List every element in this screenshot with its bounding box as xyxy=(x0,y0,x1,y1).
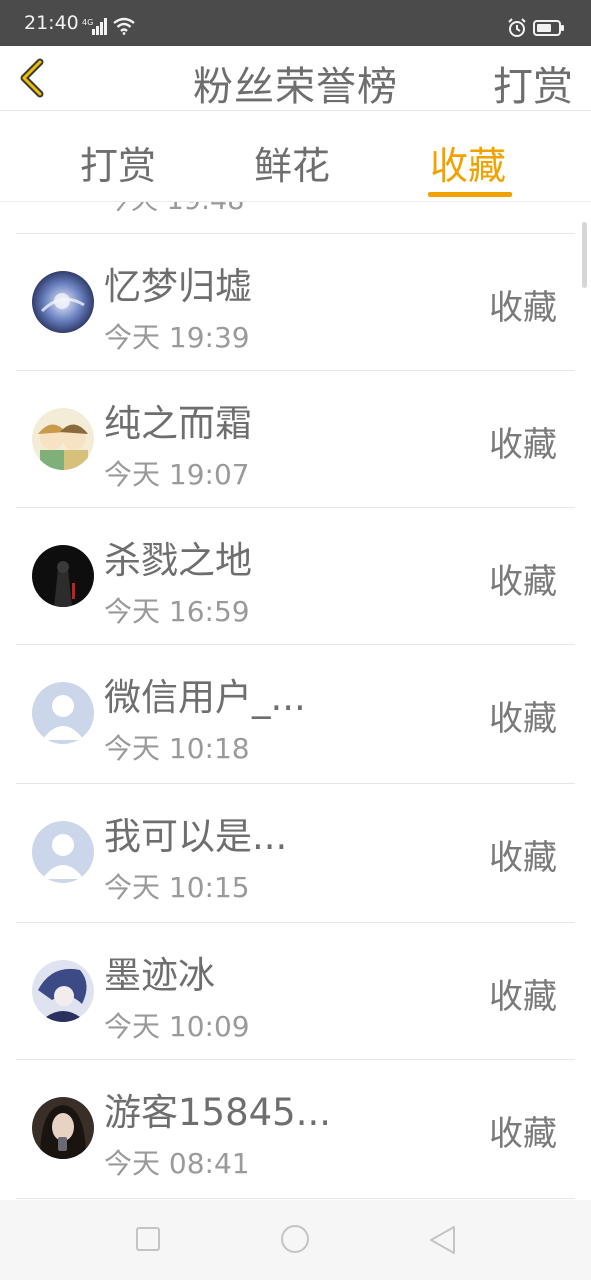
list-item-action: 收藏 xyxy=(489,838,557,878)
list-item-name: 微信用户_... xyxy=(104,676,306,719)
list-item-time: 今天 19:48 xyxy=(104,202,244,217)
list-item-time: 今天 19:39 xyxy=(104,321,250,354)
avatar xyxy=(32,1097,94,1159)
list-item-name: 游客15845... xyxy=(104,1091,331,1134)
list-item[interactable]: 纯之而霜 今天 19:07 收藏 xyxy=(16,371,575,508)
list-item-action: 收藏 xyxy=(489,288,557,328)
list-item-action: 收藏 xyxy=(489,1114,557,1154)
list-item-name: 我可以是... xyxy=(104,815,288,858)
list-item-time: 今天 10:18 xyxy=(104,732,250,765)
cellular-signal-icon: 4G xyxy=(82,17,108,39)
active-tab-indicator xyxy=(428,192,512,197)
list-item[interactable]: 忆梦归墟 今天 19:39 收藏 xyxy=(16,234,575,371)
list-item-partial: 今天 19:48 xyxy=(16,202,575,234)
list-item-time: 今天 10:15 xyxy=(104,871,250,904)
default-avatar-icon xyxy=(32,682,94,744)
list-item-name: 忆梦归墟 xyxy=(104,265,252,308)
list-item-name: 杀戮之地 xyxy=(104,539,252,582)
tab-reward[interactable]: 打赏 xyxy=(80,135,156,190)
list-item[interactable]: 游客15845... 今天 08:41 收藏 xyxy=(16,1060,575,1199)
list-item[interactable]: 微信用户_... 今天 10:18 收藏 xyxy=(16,645,575,784)
alarm-clock-icon xyxy=(507,18,527,42)
list-item-action: 收藏 xyxy=(489,425,557,465)
fan-list[interactable]: 今天 19:48 忆梦归墟 今天 19:39 收藏 xyxy=(16,202,575,1200)
status-time: 21:40 xyxy=(24,12,79,34)
network-type-label: 4G xyxy=(82,18,93,27)
list-item-action: 收藏 xyxy=(489,977,557,1017)
avatar xyxy=(32,408,94,470)
tab-bar: 打赏 鲜花 收藏 xyxy=(0,111,591,202)
system-nav-bar xyxy=(0,1200,591,1280)
list-item-name: 墨迹冰 xyxy=(104,954,215,997)
avatar xyxy=(32,960,94,1022)
list-item-time: 今天 10:09 xyxy=(104,1010,250,1043)
scrollbar[interactable] xyxy=(582,222,587,288)
tab-flowers[interactable]: 鲜花 xyxy=(254,135,330,190)
list-item[interactable]: 杀戮之地 今天 16:59 收藏 xyxy=(16,508,575,645)
avatar xyxy=(32,545,94,607)
list-item-action: 收藏 xyxy=(489,699,557,739)
avatar xyxy=(32,271,94,333)
list-item[interactable]: 我可以是... 今天 10:15 收藏 xyxy=(16,784,575,923)
recent-apps-icon[interactable] xyxy=(134,1222,162,1262)
default-avatar-icon xyxy=(32,821,94,883)
header-bar: 粉丝荣誉榜 打赏 xyxy=(0,46,591,111)
list-item-time: 今天 08:41 xyxy=(104,1147,250,1180)
wifi-icon xyxy=(112,17,136,39)
back-icon[interactable] xyxy=(428,1222,458,1262)
status-bar: 21:40 4G xyxy=(0,0,591,46)
list-item-name: 纯之而霜 xyxy=(104,402,252,445)
battery-icon xyxy=(533,20,565,40)
reward-button[interactable]: 打赏 xyxy=(493,54,573,112)
list-item-action: 收藏 xyxy=(489,562,557,602)
list-item-time: 今天 16:59 xyxy=(104,595,250,628)
list-item-time: 今天 19:07 xyxy=(104,458,250,491)
home-icon[interactable] xyxy=(279,1222,311,1262)
list-item[interactable]: 墨迹冰 今天 10:09 收藏 xyxy=(16,923,575,1060)
tab-favorites[interactable]: 收藏 xyxy=(430,135,506,190)
